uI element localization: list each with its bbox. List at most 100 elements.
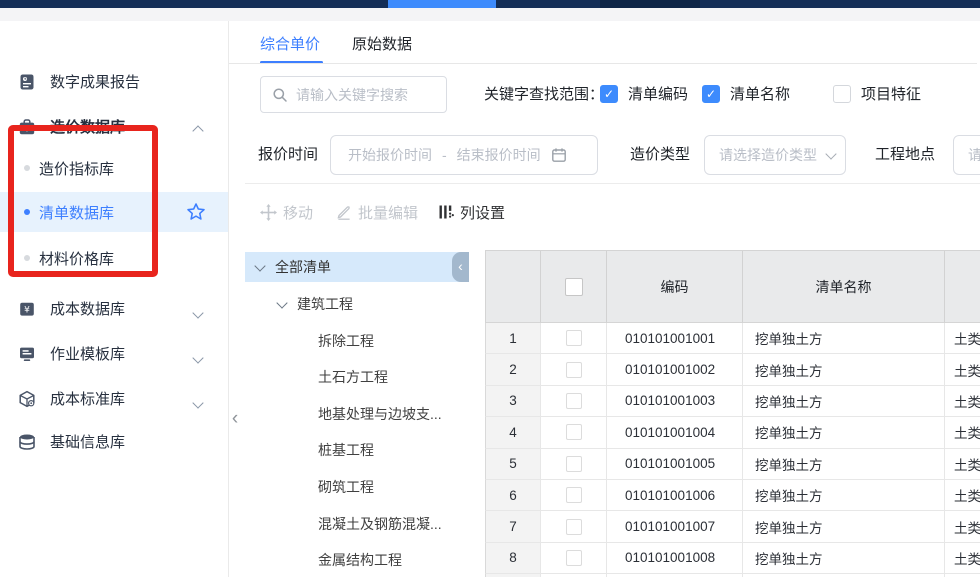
- row-checkbox-cell[interactable]: [541, 543, 607, 574]
- row-code: 010101001006: [607, 480, 743, 511]
- tree-node-pile-foundation[interactable]: 桩基工程: [245, 432, 461, 468]
- tree-node-label: 拆除工程: [318, 331, 374, 351]
- sidebar-collapse-icon[interactable]: ‹: [228, 407, 242, 431]
- chevron-down-icon[interactable]: [194, 304, 202, 322]
- row-checkbox[interactable]: [566, 330, 582, 346]
- location-label: 工程地点: [875, 135, 935, 175]
- tree-node-metal-structure[interactable]: 金属结构工程: [245, 542, 461, 577]
- batch-edit-label: 批量编辑: [358, 202, 418, 223]
- location-select[interactable]: 请选择工程地点: [953, 135, 980, 175]
- tree-node-demolition[interactable]: 拆除工程: [245, 323, 461, 359]
- sidebar-item-base-info-db[interactable]: 基础信息库: [0, 419, 228, 464]
- checkbox-label-project-feature[interactable]: 项目特征: [861, 76, 921, 113]
- row-feature: 土类别: [945, 386, 980, 417]
- table-row[interactable]: 6 010101001006 挖单独土方 土类别: [485, 480, 980, 511]
- table-row[interactable]: 7 010101001007 挖单独土方 土类别: [485, 511, 980, 542]
- table-row[interactable]: 3 010101001003 挖单独土方 土类别: [485, 386, 980, 417]
- tree-node-masonry[interactable]: 砌筑工程: [245, 469, 461, 505]
- sidebar-item-cost-index-db[interactable]: 造价指标库: [0, 147, 228, 189]
- row-checkbox[interactable]: [566, 393, 582, 409]
- select-all-checkbox[interactable]: [565, 278, 583, 296]
- tab-composite-unit-price[interactable]: 综合单价: [260, 30, 320, 63]
- tree-node-label: 桩基工程: [318, 440, 374, 460]
- row-index: 6: [485, 480, 541, 511]
- row-checkbox-cell[interactable]: [541, 449, 607, 480]
- row-checkbox-cell[interactable]: [541, 417, 607, 448]
- cost-type-select[interactable]: 请选择造价类型: [704, 135, 846, 175]
- chevron-down-icon[interactable]: [194, 349, 202, 367]
- standard-icon: [18, 390, 36, 408]
- quote-time-range-picker[interactable]: 开始报价时间 - 结束报价时间: [330, 135, 598, 175]
- row-name: 挖单独土方: [743, 354, 945, 385]
- tab-raw-data[interactable]: 原始数据: [352, 30, 412, 63]
- table-row[interactable]: 8 010101001008 挖单独土方 土类别: [485, 543, 980, 574]
- column-settings-label: 列设置: [460, 202, 505, 223]
- bullet-icon: [24, 165, 30, 171]
- chevron-down-icon[interactable]: [254, 260, 265, 271]
- search-icon: [272, 87, 288, 103]
- checkbox-list-name[interactable]: ✓: [702, 85, 720, 103]
- row-checkbox-cell[interactable]: [541, 354, 607, 385]
- sidebar-item-digital-report[interactable]: 数字成果报告: [0, 59, 228, 104]
- chevron-down-icon[interactable]: [194, 394, 202, 412]
- row-checkbox[interactable]: [566, 487, 582, 503]
- header-name-cell: 清单名称: [743, 251, 945, 323]
- sidebar-item-cost-database[interactable]: ¥ 造价数据库: [0, 104, 228, 149]
- row-checkbox-cell[interactable]: [541, 480, 607, 511]
- table-row[interactable]: 1 010101001001 挖单独土方 土类别: [485, 323, 980, 354]
- row-checkbox[interactable]: [566, 424, 582, 440]
- tree-node-all-lists[interactable]: 全部清单: [245, 252, 461, 282]
- row-checkbox-cell[interactable]: [541, 386, 607, 417]
- cost-data-icon: ¥: [18, 300, 36, 318]
- checkbox-list-code[interactable]: ✓: [600, 85, 618, 103]
- table-row[interactable]: 5 010101001005 挖单独土方 土类别: [485, 449, 980, 480]
- tree-node-label: 建筑工程: [297, 294, 353, 314]
- sidebar: 数字成果报告 ¥ 造价数据库 造价指标库 清单数据库 材料价格库: [0, 21, 229, 577]
- topbar-dark-segment: [600, 0, 700, 8]
- sidebar-item-cost-data-db[interactable]: ¥ 成本数据库: [0, 286, 228, 331]
- date-end-placeholder: 结束报价时间: [457, 145, 541, 165]
- row-checkbox[interactable]: [566, 456, 582, 472]
- row-checkbox-cell[interactable]: [541, 511, 607, 542]
- row-feature: 土类别: [945, 480, 980, 511]
- sidebar-item-label: 造价数据库: [50, 116, 125, 137]
- chevron-down-icon[interactable]: [276, 297, 287, 308]
- svg-text:¥: ¥: [24, 305, 30, 315]
- tree-collapse-handle[interactable]: ‹: [452, 252, 469, 282]
- checkbox-label-list-name[interactable]: 清单名称: [730, 76, 790, 113]
- row-code: 010101001004: [607, 417, 743, 448]
- row-checkbox[interactable]: [566, 362, 582, 378]
- column-settings-button[interactable]: 列设置: [438, 198, 505, 226]
- report-icon: [18, 73, 36, 91]
- sidebar-item-material-price-db[interactable]: 材料价格库: [0, 237, 228, 279]
- bullet-icon: [24, 209, 30, 215]
- tree-node-building-eng[interactable]: 建筑工程: [245, 286, 461, 322]
- tree-node-foundation-slope[interactable]: 地基处理与边坡支...: [245, 396, 461, 432]
- cost-type-placeholder: 请选择造价类型: [719, 145, 817, 165]
- sidebar-item-list-db[interactable]: 清单数据库: [0, 192, 228, 232]
- table-row[interactable]: 4 010101001004 挖单独土方 土类别: [485, 417, 980, 448]
- tree-node-earthwork[interactable]: 土石方工程: [245, 359, 461, 395]
- row-checkbox[interactable]: [566, 550, 582, 566]
- row-index: 1: [485, 323, 541, 354]
- row-feature: 土类别: [945, 511, 980, 542]
- tree-node-concrete[interactable]: 混凝土及钢筋混凝...: [245, 506, 461, 542]
- table-row[interactable]: 2 010101001002 挖单独土方 土类别: [485, 354, 980, 385]
- batch-edit-button[interactable]: 批量编辑: [336, 198, 418, 226]
- quote-time-label: 报价时间: [258, 135, 318, 175]
- column-settings-icon: [438, 204, 454, 220]
- row-checkbox[interactable]: [566, 519, 582, 535]
- sidebar-item-template-db[interactable]: 作业模板库: [0, 331, 228, 376]
- move-button[interactable]: 移动: [260, 198, 313, 226]
- row-checkbox-cell[interactable]: [541, 323, 607, 354]
- checkbox-label-list-code[interactable]: 清单编码: [628, 76, 688, 113]
- edit-icon: [336, 204, 352, 220]
- search-input[interactable]: 请输入关键字搜索: [260, 76, 447, 113]
- chevron-up-icon[interactable]: [194, 122, 202, 140]
- checkbox-project-feature[interactable]: [833, 85, 851, 103]
- row-name: 挖单独土方: [743, 386, 945, 417]
- sidebar-item-cost-standard-db[interactable]: 成本标准库: [0, 376, 228, 421]
- star-icon[interactable]: [186, 202, 206, 222]
- row-feature: 土类别: [945, 449, 980, 480]
- row-name: 挖单独土方: [743, 543, 945, 574]
